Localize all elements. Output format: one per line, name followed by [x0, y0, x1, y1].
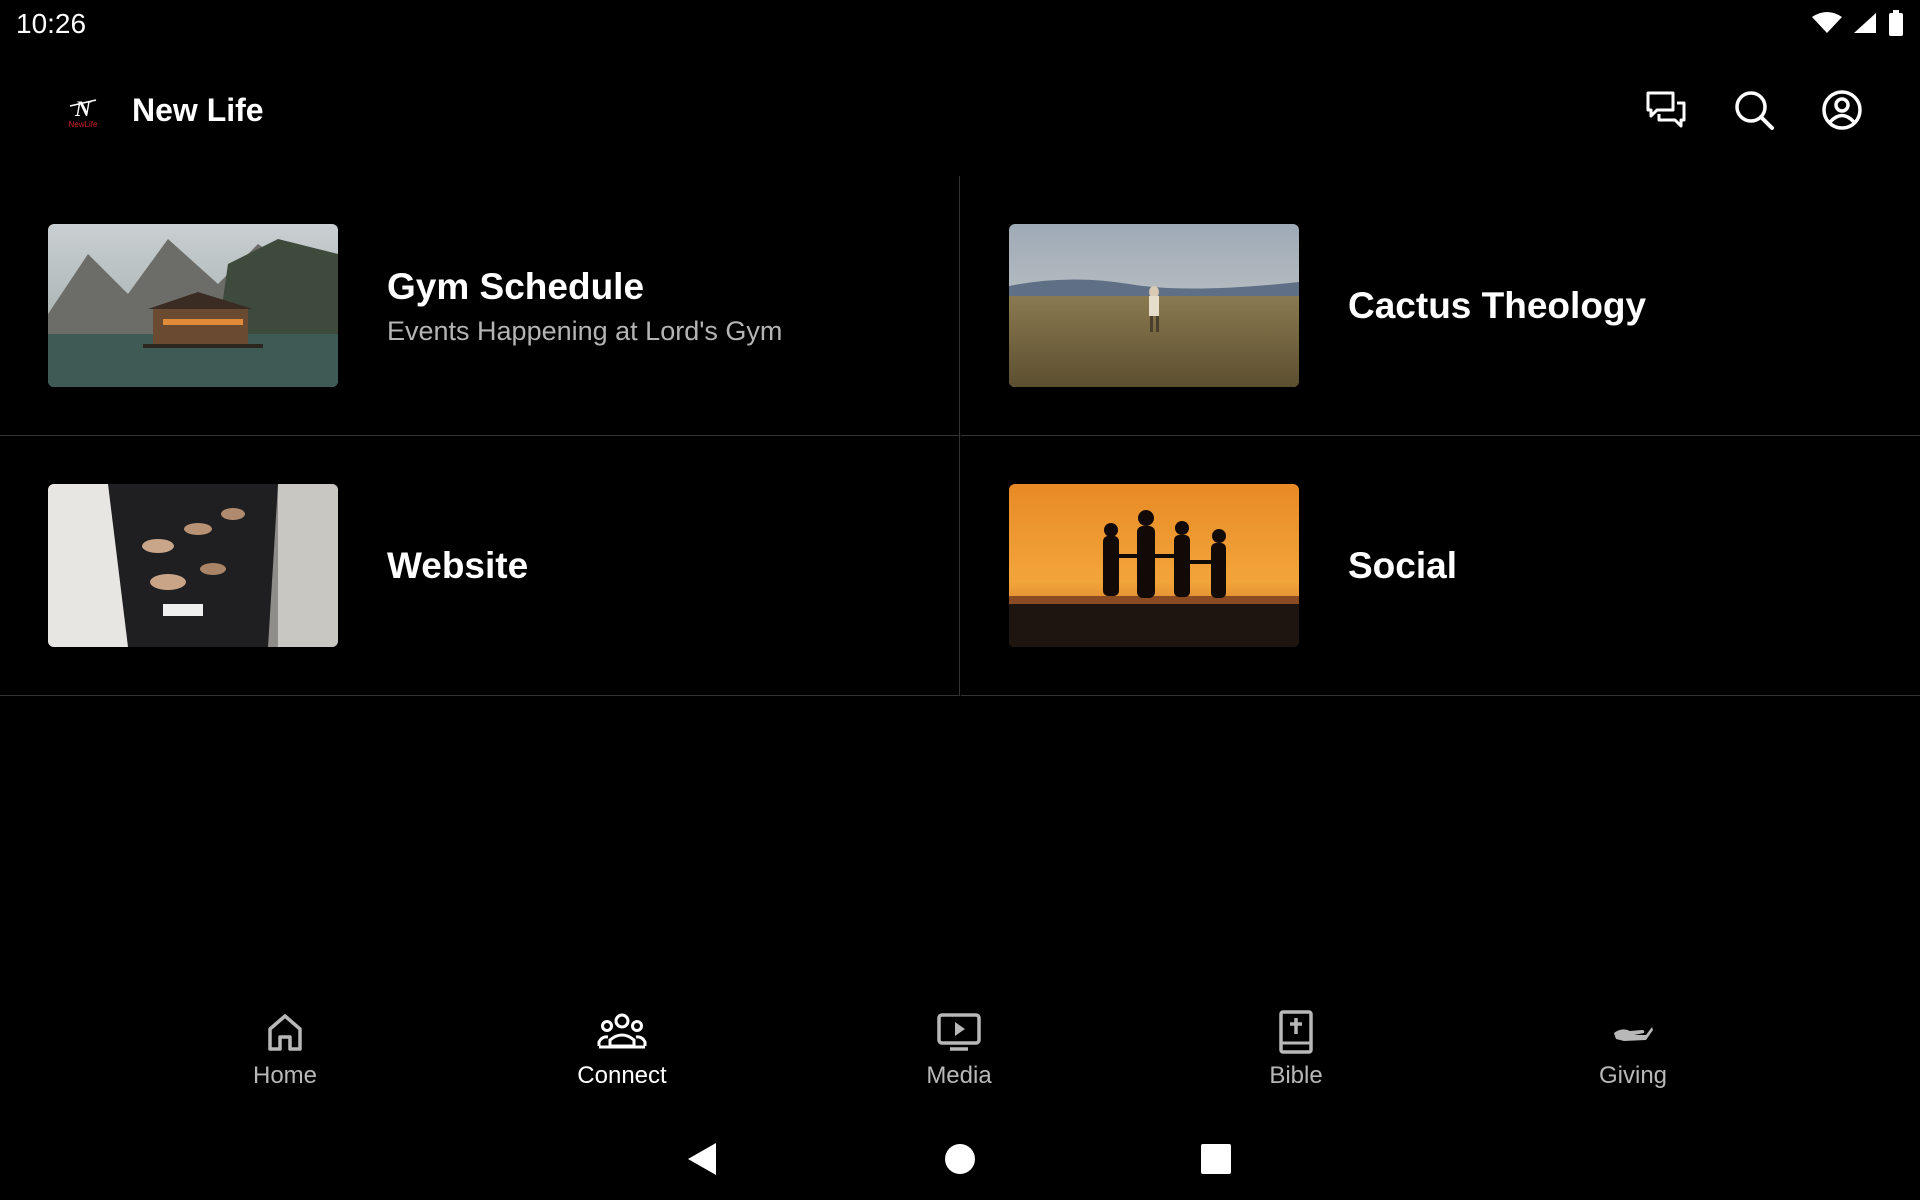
bible-icon: [1270, 1008, 1322, 1056]
lake-cabin-mountains-image: [48, 224, 338, 387]
media-icon: [933, 1008, 985, 1056]
nav-label: Bible: [1269, 1062, 1323, 1089]
new-life-logo[interactable]: N NewLife: [62, 94, 104, 136]
system-recents-button[interactable]: [1191, 1134, 1241, 1184]
search-button[interactable]: [1732, 88, 1776, 132]
system-nav: [0, 1120, 1920, 1200]
bottom-nav: Home Connect Media Bible Giving: [0, 1000, 1920, 1100]
sunset-silhouettes-image: [1009, 484, 1299, 647]
system-home-button[interactable]: [935, 1134, 985, 1184]
system-back-button[interactable]: [677, 1134, 727, 1184]
chat-icon: [1646, 91, 1686, 128]
nav-home[interactable]: Home: [185, 1000, 385, 1100]
nav-label: Media: [926, 1062, 992, 1089]
nav-label: Home: [252, 1062, 318, 1089]
search-icon: [1735, 91, 1774, 130]
grid-item-title: Website: [387, 545, 529, 586]
grid-item-title: Social: [1348, 545, 1457, 586]
grid-item-title: Gym Schedule: [387, 265, 645, 307]
grid-item-text: Cactus Theology: [1348, 176, 1646, 436]
app-bar: N NewLife New Life: [0, 60, 1920, 165]
status-time: 10:26: [16, 8, 87, 39]
home-circle-icon: [945, 1144, 975, 1174]
person-in-field-image: [1009, 224, 1299, 387]
grid-item-website[interactable]: Website: [0, 436, 960, 696]
worship-hands-image: [48, 484, 338, 647]
home-icon: [259, 1008, 311, 1056]
account-icon: [1822, 90, 1862, 130]
wifi-icon: [1812, 12, 1842, 33]
grid-item-subtitle: Events Happening at Lord's Gym: [387, 315, 783, 346]
group-icon: [596, 1008, 648, 1056]
recents-square-icon: [1201, 1144, 1231, 1174]
grid-item-gym-schedule[interactable]: Gym Schedule Events Happening at Lord's …: [0, 176, 960, 436]
grid-item-text: Social: [1348, 436, 1457, 696]
grid-item-social[interactable]: Social: [961, 436, 1920, 696]
giving-icon: [1607, 1008, 1659, 1056]
battery-icon: [1889, 10, 1903, 36]
nav-label: Connect: [577, 1062, 667, 1089]
status-icons: [1812, 10, 1904, 36]
grid-item-cactus-theology[interactable]: Cactus Theology: [961, 176, 1920, 436]
cell-signal-icon: [1854, 13, 1876, 33]
grid-item-text: Gym Schedule Events Happening at Lord's …: [387, 176, 782, 436]
nav-bible[interactable]: Bible: [1196, 1000, 1396, 1100]
grid-item-text: Website: [387, 436, 528, 696]
account-button[interactable]: [1820, 88, 1864, 132]
svg-text:N: N: [74, 96, 92, 121]
grid-item-title: Cactus Theology: [1348, 285, 1647, 326]
nav-connect[interactable]: Connect: [522, 1000, 722, 1100]
app-title: New Life: [132, 92, 264, 128]
connect-grid: Gym Schedule Events Happening at Lord's …: [0, 176, 1920, 696]
svg-text:NewLife: NewLife: [69, 120, 98, 129]
nav-media[interactable]: Media: [859, 1000, 1059, 1100]
status-bar: 10:26: [0, 0, 1920, 50]
app-actions: [1644, 88, 1864, 132]
chat-button[interactable]: [1644, 88, 1688, 132]
nav-giving[interactable]: Giving: [1533, 1000, 1733, 1100]
back-triangle-icon: [688, 1143, 716, 1175]
nav-label: Giving: [1598, 1062, 1668, 1089]
